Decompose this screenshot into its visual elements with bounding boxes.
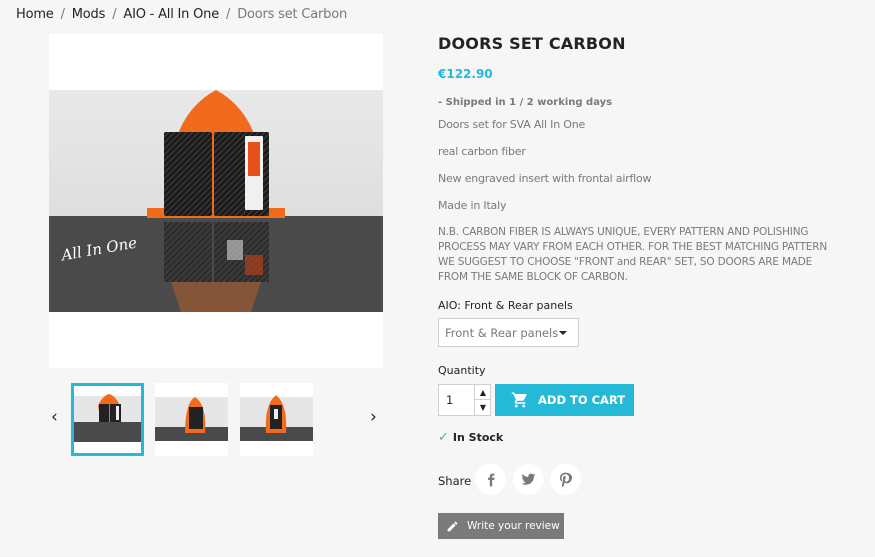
availability-label: In Stock — [452, 431, 504, 444]
shipping-info: - Shipped in 1 / 2 working days — [438, 97, 613, 108]
chevron-right-icon[interactable]: › — [370, 407, 377, 427]
quantity-label: Quantity — [438, 364, 486, 377]
pinterest-share-button[interactable] — [550, 464, 581, 495]
caret-down-icon — [559, 331, 567, 335]
facebook-share-button[interactable] — [475, 464, 506, 495]
quantity-stepper[interactable]: 1 ▲ ▼ — [438, 384, 491, 416]
product-main-image[interactable]: All In One — [49, 34, 383, 368]
breadcrumb-separator: / — [60, 7, 65, 22]
description-line: real carbon fiber — [438, 145, 526, 158]
breadcrumb-aio[interactable]: AIO - All In One — [123, 7, 219, 22]
twitter-share-button[interactable] — [513, 464, 544, 495]
write-review-button[interactable]: Write your review — [438, 513, 564, 539]
breadcrumb-mods[interactable]: Mods — [72, 7, 106, 22]
description-line: New engraved insert with frontal airflow — [438, 172, 652, 185]
product-thumbnails: ‹ › — [49, 383, 383, 456]
thumbnail-1[interactable] — [71, 383, 144, 456]
pencil-icon — [447, 521, 458, 531]
quantity-input[interactable]: 1 — [446, 393, 453, 407]
write-review-label: Write your review — [467, 520, 560, 532]
chevron-left-icon[interactable]: ‹ — [51, 407, 58, 427]
add-to-cart-label: ADD TO CART — [538, 393, 626, 407]
breadcrumb: Home / Mods / AIO - All In One / Doors s… — [16, 7, 347, 22]
thumbnail-3[interactable] — [240, 383, 313, 456]
add-to-cart-button[interactable]: ADD TO CART — [495, 384, 634, 416]
product-price: €122.90 — [438, 67, 493, 81]
variant-select[interactable]: Front & Rear panels — [438, 318, 579, 347]
breadcrumb-current: Doors set Carbon — [237, 7, 348, 22]
breadcrumb-separator: / — [112, 7, 117, 22]
thumbnail-2[interactable] — [155, 383, 228, 456]
quantity-spinner: ▲ ▼ — [474, 385, 491, 415]
check-icon: ✓ — [438, 430, 449, 445]
variant-selected-value: Front & Rear panels — [445, 325, 559, 340]
share-label: Share — [438, 474, 472, 488]
facebook-icon — [487, 473, 494, 486]
pinterest-icon — [559, 472, 572, 487]
cart-icon — [511, 392, 527, 408]
availability: ✓ In Stock — [438, 430, 503, 445]
product-photo — [49, 90, 383, 312]
breadcrumb-home[interactable]: Home — [16, 7, 54, 22]
chevron-down-icon[interactable]: ▼ — [475, 400, 491, 415]
variant-label: AIO: Front & Rear panels — [438, 299, 573, 312]
twitter-icon — [521, 473, 536, 485]
description-line: Doors set for SVA All In One — [438, 118, 586, 131]
chevron-up-icon[interactable]: ▲ — [475, 385, 491, 400]
carbon-note: N.B. CARBON FIBER IS ALWAYS UNIQUE, EVER… — [438, 226, 827, 283]
description-line: Made in Italy — [438, 199, 507, 212]
breadcrumb-separator: / — [226, 7, 231, 22]
product-title: DOORS SET CARBON — [438, 34, 626, 53]
